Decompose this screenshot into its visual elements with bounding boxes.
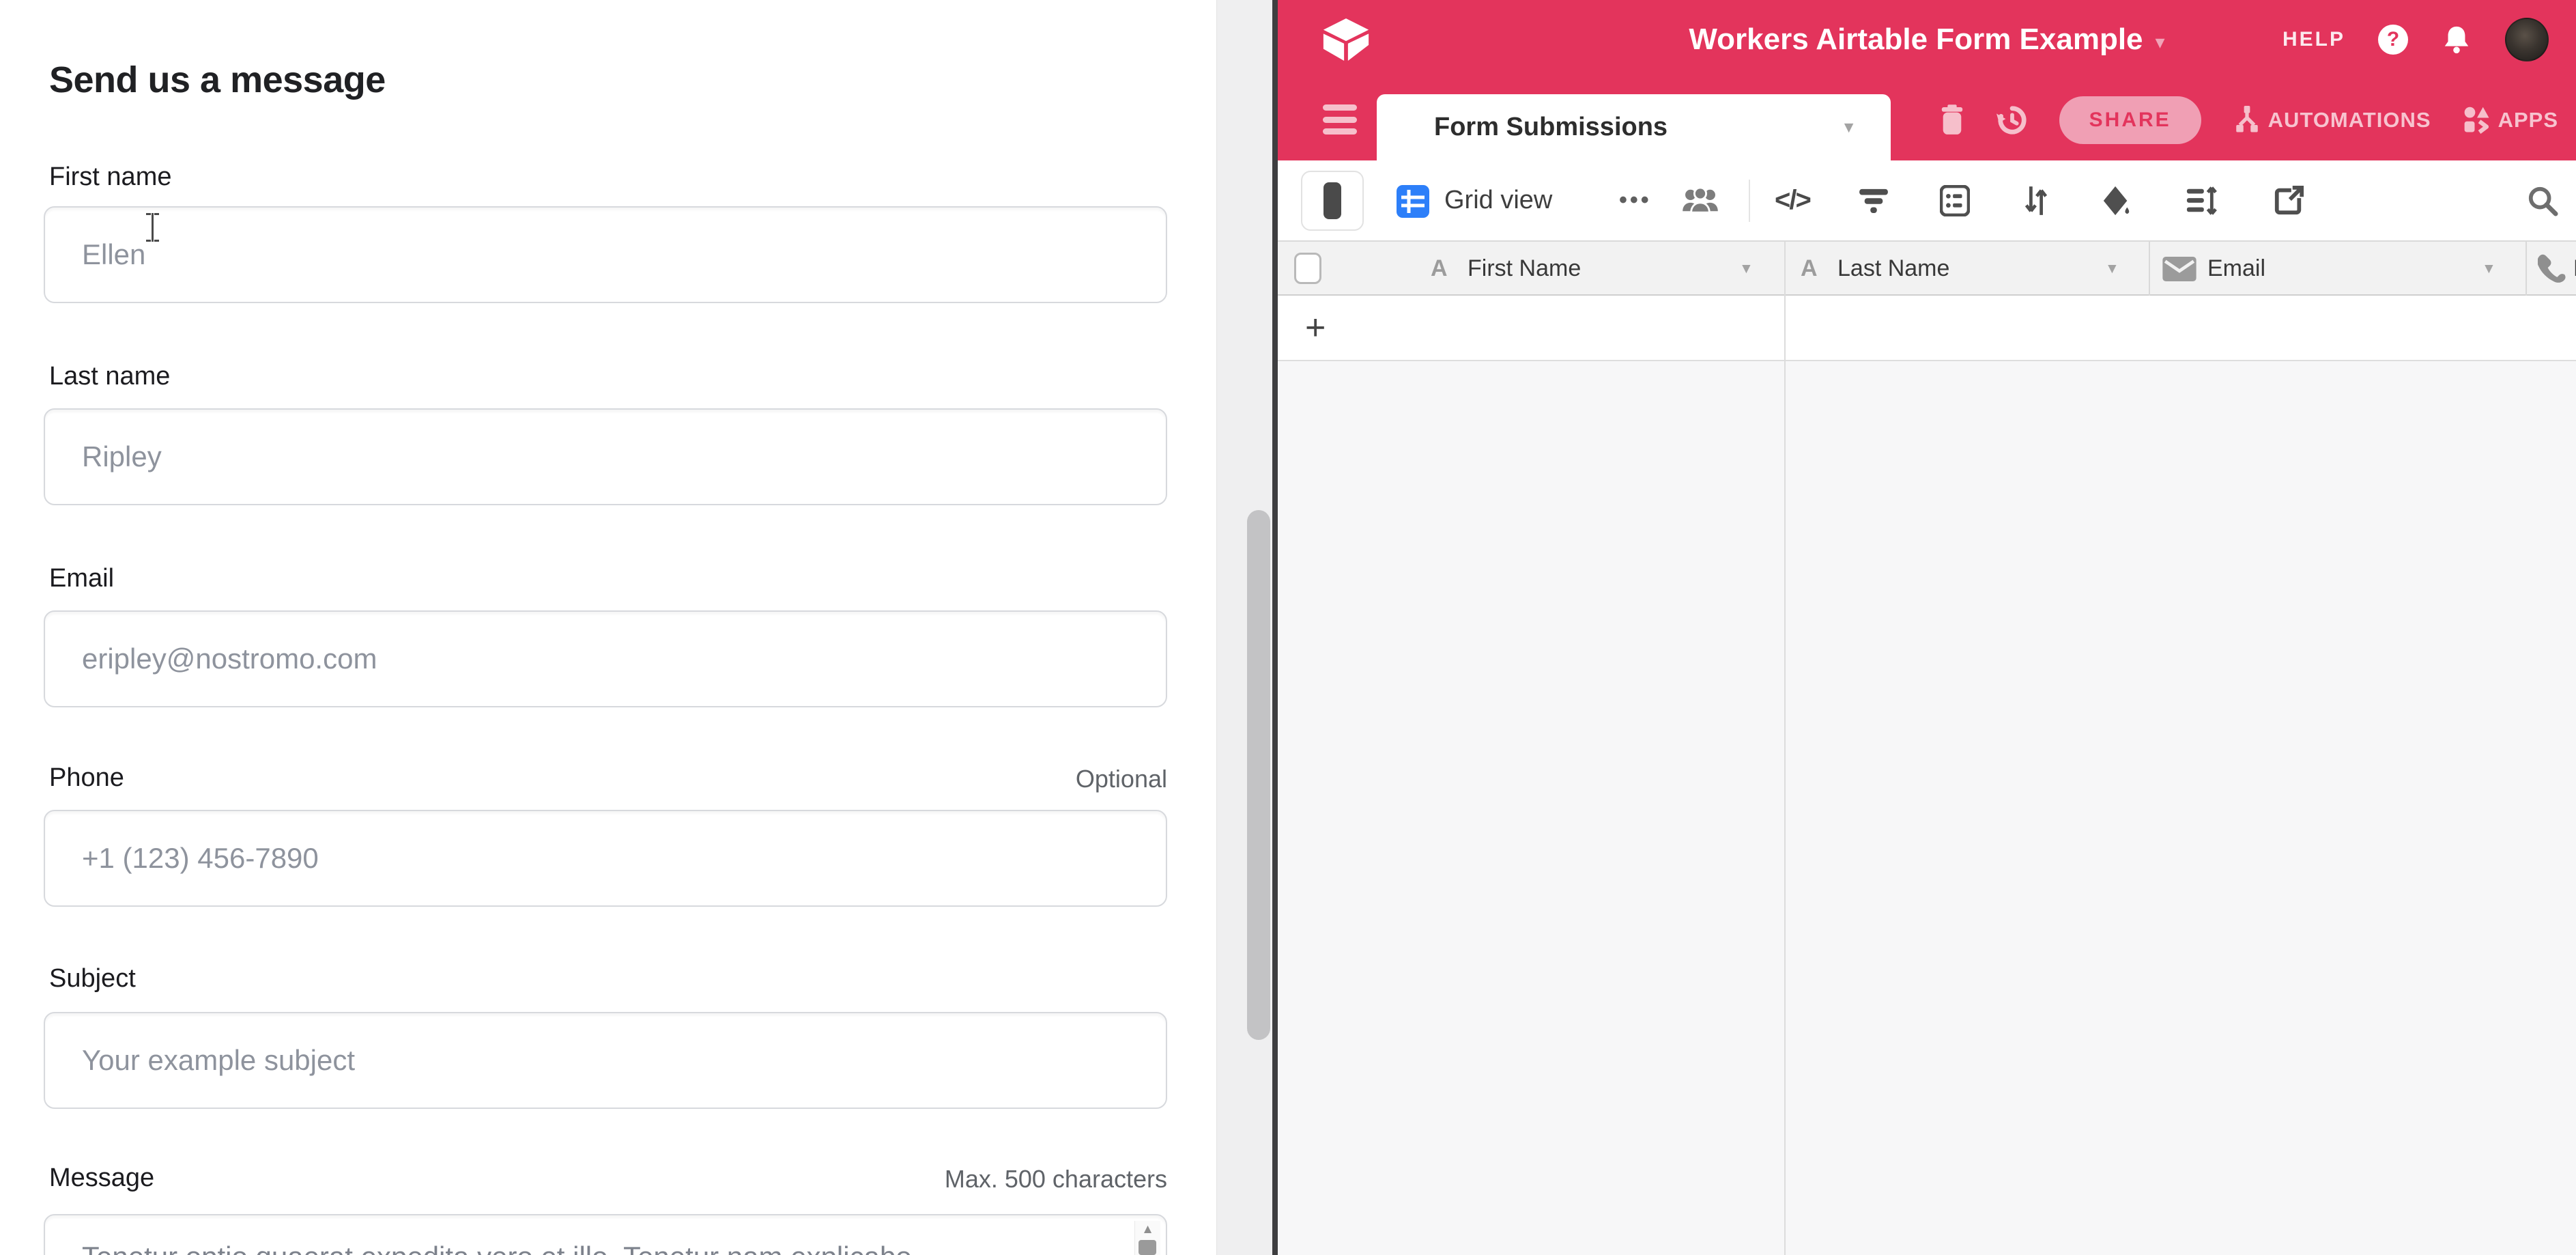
automations-button[interactable]: AUTOMATIONS (2233, 106, 2431, 135)
user-avatar[interactable] (2505, 18, 2549, 61)
sort-icon[interactable] (2023, 160, 2049, 240)
apps-icon (2463, 106, 2491, 135)
group-icon[interactable] (1940, 160, 1970, 240)
last-name-label: Last name (49, 362, 170, 391)
scroll-up-arrow-icon[interactable]: ▲ (1135, 1222, 1160, 1237)
table-tab-form-submissions[interactable]: Form Submissions ▼ (1377, 94, 1891, 160)
automations-icon (2233, 106, 2261, 135)
views-sidebar-toggle-button[interactable] (1301, 171, 1364, 231)
table-tab-caret-icon[interactable]: ▼ (1841, 94, 1857, 160)
text-cursor-icon (146, 213, 158, 242)
view-options-ellipsis-icon[interactable]: ••• (1619, 160, 1652, 240)
notifications-bell-icon[interactable] (2441, 24, 2472, 55)
view-toolbar: Grid view ••• </> (1278, 160, 2576, 242)
base-title[interactable]: Workers Airtable Form Example (1689, 23, 2143, 57)
message-label: Message (49, 1164, 154, 1193)
subject-input[interactable] (44, 1012, 1167, 1109)
email-field-icon (2162, 242, 2196, 296)
share-button-label: SHARE (2089, 109, 2171, 132)
column-divider (2149, 242, 2150, 296)
page-scrollbar-thumb[interactable] (1247, 510, 1270, 1040)
first-name-label: First name (49, 163, 171, 192)
page-title: Send us a message (49, 59, 386, 101)
column-header-last-name[interactable]: Last Name (1837, 242, 1949, 296)
subject-label: Subject (49, 964, 136, 993)
select-all-checkbox[interactable] (1294, 253, 1321, 284)
table-tab-bar: Form Submissions ▼ (1278, 79, 2576, 160)
collaborators-icon[interactable] (1682, 160, 1719, 240)
phone-field-icon (2538, 242, 2568, 296)
email-input[interactable] (44, 610, 1167, 707)
sidebar-menu-icon[interactable] (1323, 104, 1357, 135)
grid-view-icon[interactable] (1397, 185, 1429, 218)
airtable-top-bar: Workers Airtable Form Example ▾ HELP ? (1278, 0, 2576, 79)
page-scrollbar-track[interactable] (1216, 0, 1274, 1255)
column-header-email[interactable]: Email (2207, 242, 2265, 296)
contact-form-page: Send us a message First name Last name E… (0, 0, 1216, 1255)
column-caret-icon[interactable]: ▼ (1739, 242, 1754, 296)
empty-grid-area (1278, 363, 2576, 1255)
screen: Send us a message First name Last name E… (0, 0, 2576, 1255)
help-button[interactable]: HELP (2282, 28, 2345, 51)
phone-input[interactable] (44, 810, 1167, 907)
textarea-scrollbar-thumb[interactable] (1139, 1240, 1156, 1255)
textarea-scrollbar[interactable]: ▲ (1134, 1221, 1160, 1255)
phone-label: Phone (49, 763, 124, 793)
column-header-first-name[interactable]: First Name (1468, 242, 1581, 296)
grid-vertical-line (1784, 242, 1786, 1255)
apps-label: APPS (2498, 108, 2558, 132)
add-record-plus-icon[interactable]: + (1305, 296, 1326, 360)
column-divider (2525, 242, 2527, 296)
history-icon[interactable] (1997, 104, 2028, 136)
base-title-caret-icon[interactable]: ▾ (2156, 27, 2165, 53)
add-record-row[interactable]: + (1278, 296, 2576, 361)
window-edge-divider (1272, 0, 1278, 1255)
column-header-phone[interactable]: Phone (2573, 242, 2576, 296)
view-name-label[interactable]: Grid view (1444, 160, 1552, 240)
last-name-input[interactable] (44, 408, 1167, 505)
hide-fields-icon[interactable]: </> (1775, 160, 1810, 240)
first-name-input[interactable] (44, 206, 1167, 303)
airtable-window: Workers Airtable Form Example ▾ HELP ? F… (1278, 0, 2576, 1255)
sidebar-toggle-icon (1323, 182, 1341, 219)
search-icon[interactable] (2527, 160, 2558, 240)
text-field-icon: A (1801, 242, 1818, 296)
phone-optional-hint: Optional (1076, 765, 1167, 793)
column-header-row: A First Name ▼ A Last Name ▼ Email ▼ (1278, 242, 2576, 296)
automations-label: AUTOMATIONS (2268, 108, 2431, 132)
table-tab-label: Form Submissions (1434, 94, 1668, 160)
row-height-icon[interactable] (2186, 160, 2217, 240)
share-button[interactable]: SHARE (2059, 96, 2201, 144)
color-icon[interactable] (2101, 160, 2132, 240)
message-max-hint: Max. 500 characters (945, 1165, 1167, 1194)
toolbar-divider (1749, 180, 1750, 222)
column-caret-icon[interactable]: ▼ (2482, 242, 2496, 296)
apps-button[interactable]: APPS (2463, 106, 2558, 135)
trash-icon[interactable] (1939, 104, 1965, 136)
filter-icon[interactable] (1858, 160, 1889, 240)
help-question-icon[interactable]: ? (2378, 25, 2408, 55)
column-caret-icon[interactable]: ▼ (2105, 242, 2119, 296)
email-label: Email (49, 564, 114, 593)
share-view-icon[interactable] (2273, 160, 2304, 240)
message-textarea[interactable]: Tenetur optio quaerat expedita vero et i… (44, 1214, 1167, 1255)
text-field-icon: A (1431, 242, 1448, 296)
